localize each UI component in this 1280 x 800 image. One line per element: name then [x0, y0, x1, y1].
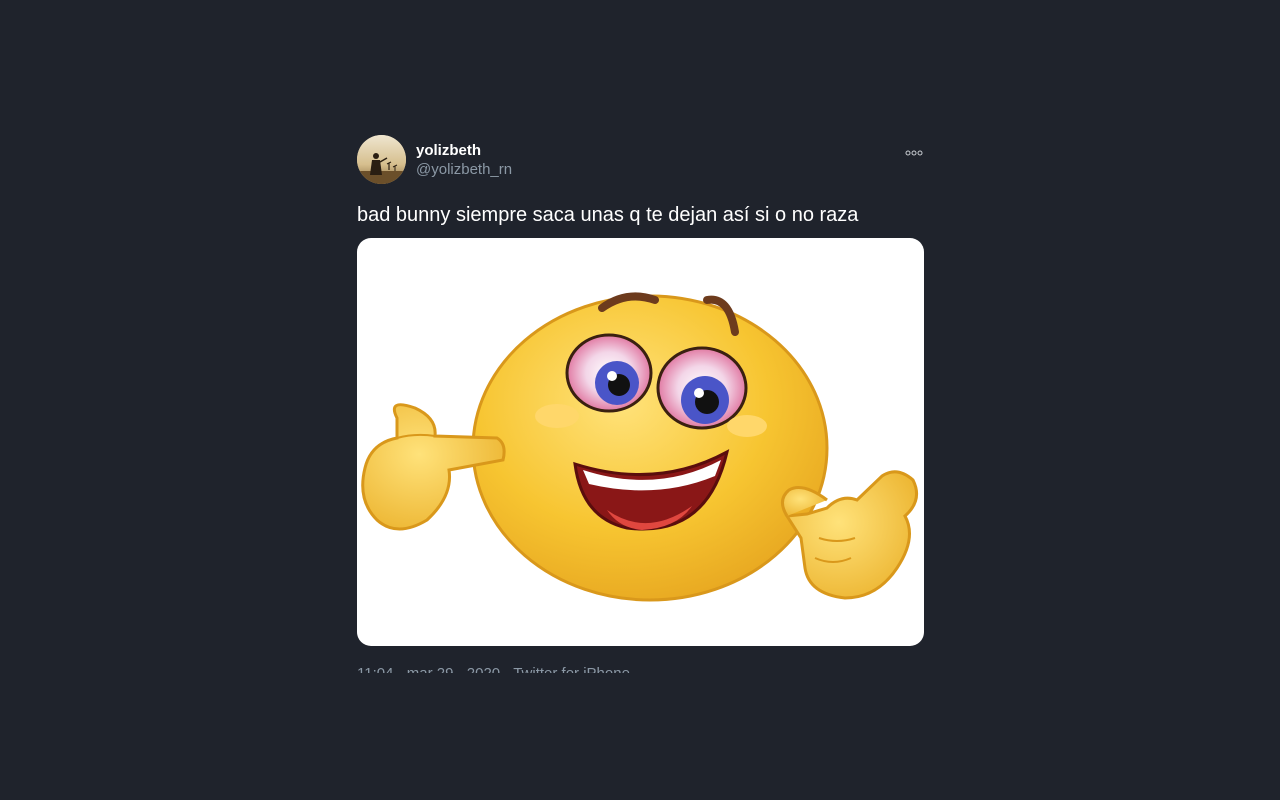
tweet-text: bad bunny siempre saca unas q te dejan a… [357, 204, 859, 226]
tweet-author: yolizbeth @yolizbeth_rn [416, 142, 512, 180]
smiling-emoji-pointing-icon [361, 292, 919, 602]
user-handle[interactable]: @yolizbeth_rn [416, 160, 512, 180]
display-name[interactable]: yolizbeth [416, 142, 512, 160]
tweet-timestamp[interactable]: 11:04 · mar 29 · 2020 · Twitter for iPho… [357, 664, 924, 673]
tweet-header: yolizbeth @yolizbeth_rn [357, 135, 924, 187]
avatar-silhouette-icon [357, 135, 406, 184]
avatar[interactable] [357, 135, 406, 184]
tweet-media[interactable] [357, 238, 924, 646]
tweet-card: yolizbeth @yolizbeth_rn bad bunny siempr… [357, 135, 924, 675]
more-options-icon[interactable] [904, 145, 924, 156]
